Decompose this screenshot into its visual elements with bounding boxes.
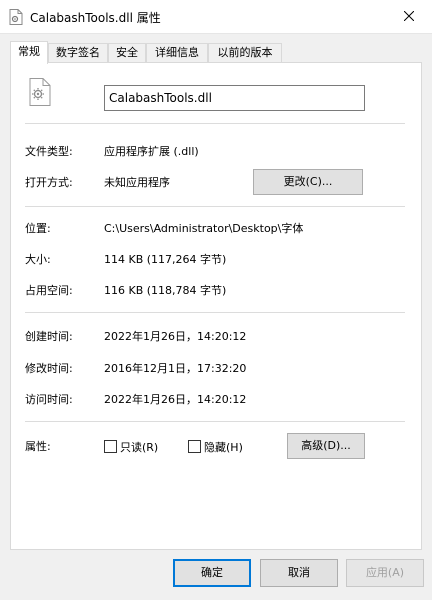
window-title: CalabashTools.dll 属性	[30, 11, 161, 25]
advanced-button[interactable]: 高级(D)...	[287, 433, 365, 459]
readonly-checkbox[interactable]	[104, 440, 117, 453]
accessed-value: 2022年1月26日，14:20:12	[104, 393, 247, 406]
separator	[25, 312, 405, 313]
hidden-label[interactable]: 隐藏(H)	[204, 439, 243, 455]
separator	[25, 206, 405, 207]
file-type-value: 应用程序扩展 (.dll)	[104, 145, 199, 158]
tab-security[interactable]: 安全	[108, 43, 146, 63]
cancel-button[interactable]: 取消	[260, 559, 338, 587]
open-with-value: 未知应用程序	[104, 176, 170, 189]
created-label: 创建时间:	[25, 330, 73, 343]
readonly-label[interactable]: 只读(R)	[120, 439, 158, 455]
modified-value: 2016年12月1日，17:32:20	[104, 362, 247, 375]
tab-details[interactable]: 详细信息	[146, 43, 208, 63]
tab-general[interactable]: 常规	[10, 41, 48, 64]
attributes-label: 属性:	[25, 440, 51, 453]
separator	[25, 123, 405, 124]
tab-strip: 常规 数字签名 安全 详细信息 以前的版本	[10, 41, 430, 64]
close-button[interactable]	[386, 0, 432, 34]
separator	[25, 421, 405, 422]
ok-button[interactable]: 确定	[173, 559, 251, 587]
created-value: 2022年1月26日，14:20:12	[104, 330, 247, 343]
accessed-label: 访问时间:	[25, 393, 73, 406]
change-button[interactable]: 更改(C)...	[253, 169, 363, 195]
size-label: 大小:	[25, 253, 51, 266]
apply-button[interactable]: 应用(A)	[346, 559, 424, 587]
tab-previous-versions[interactable]: 以前的版本	[208, 43, 282, 63]
modified-label: 修改时间:	[25, 362, 73, 375]
close-icon	[403, 10, 415, 24]
disk-size-label: 占用空间:	[25, 284, 73, 297]
size-value: 114 KB (117,264 字节)	[104, 253, 227, 266]
title-bar: CalabashTools.dll 属性	[0, 0, 432, 34]
file-type-label: 文件类型:	[25, 145, 73, 158]
general-panel: 文件类型: 应用程序扩展 (.dll) 打开方式: 未知应用程序 更改(C)..…	[10, 62, 422, 550]
disk-size-value: 116 KB (118,784 字节)	[104, 284, 227, 297]
location-label: 位置:	[25, 222, 51, 235]
tab-digital-signatures[interactable]: 数字签名	[48, 43, 108, 63]
hidden-checkbox[interactable]	[188, 440, 201, 453]
location-value: C:\Users\Administrator\Desktop\字体	[104, 222, 304, 235]
open-with-label: 打开方式:	[25, 176, 73, 189]
file-icon	[29, 78, 51, 106]
dll-file-icon	[9, 9, 23, 25]
file-name-input[interactable]	[104, 85, 365, 111]
